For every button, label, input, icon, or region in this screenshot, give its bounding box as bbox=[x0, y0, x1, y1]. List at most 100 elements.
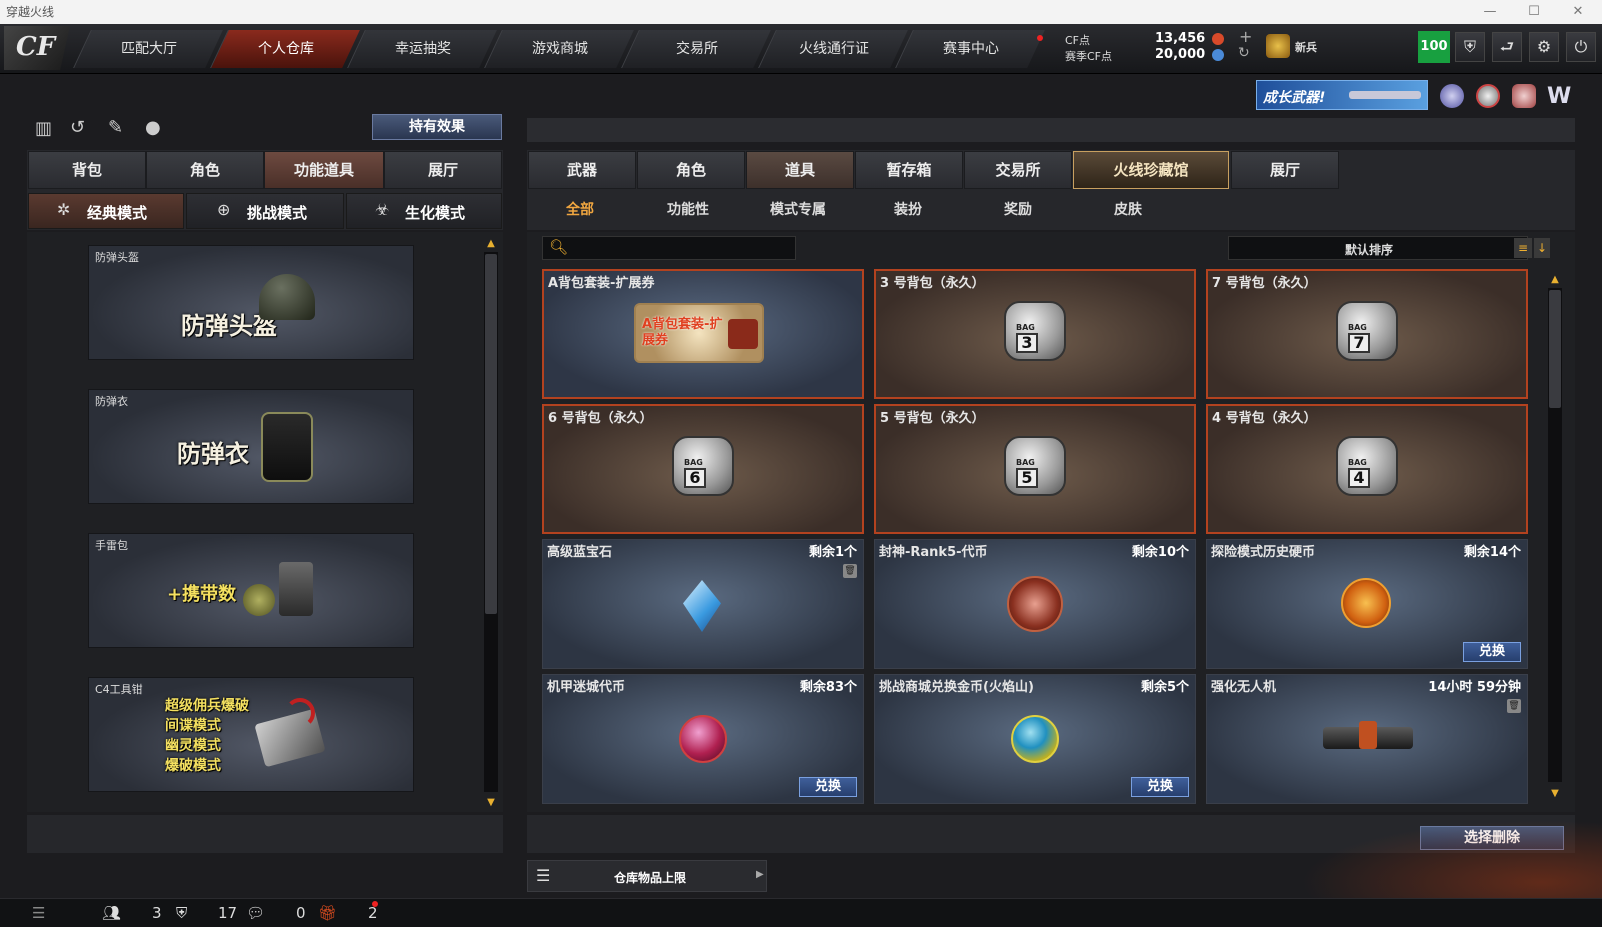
exchange-button[interactable]: 兑换 bbox=[799, 777, 857, 797]
right-tab-weapons[interactable]: 武器 bbox=[528, 151, 636, 189]
close-icon[interactable]: ✕ bbox=[1556, 0, 1600, 24]
gear-icon[interactable]: ⚙ bbox=[1529, 32, 1559, 62]
nav-tab-battle-pass[interactable]: 火线通行证 bbox=[758, 30, 908, 68]
subtab-mode-exclusive[interactable]: 模式专属 bbox=[746, 194, 850, 226]
nav-tab-event-center[interactable]: 赛事中心 bbox=[895, 30, 1045, 68]
storage-limit-bar[interactable]: ☰ 仓库物品上限 ▶ bbox=[527, 860, 767, 892]
right-tab-showroom[interactable]: 展厅 bbox=[1231, 151, 1339, 189]
subtab-functional[interactable]: 功能性 bbox=[636, 194, 740, 226]
item-card[interactable]: 7 号背包（永久） BAG 7 bbox=[1206, 269, 1528, 399]
mode-challenge[interactable]: ⊕ 挑战模式 bbox=[186, 193, 344, 229]
classic-mode-icon: ✲ bbox=[57, 200, 71, 219]
challenge-mode-icon: ⊕ bbox=[217, 200, 231, 219]
syringe-icon[interactable]: ✎ bbox=[108, 117, 123, 138]
right-tab-storage-box[interactable]: 暂存箱 bbox=[855, 151, 963, 189]
card-grenade-pack[interactable]: 手雷包 +携带数 bbox=[88, 533, 414, 648]
exchange-button[interactable]: 兑换 bbox=[1131, 777, 1189, 797]
bag-number: 4 bbox=[1348, 468, 1370, 488]
shield-icon[interactable]: ⛨ bbox=[1455, 32, 1485, 62]
search-input[interactable]: 🔍︎ bbox=[542, 236, 796, 260]
friends-icon[interactable]: 👥︎ bbox=[102, 904, 121, 922]
item-card[interactable]: 封神-Rank5-代币 剩余10个 bbox=[874, 539, 1196, 669]
maximize-icon[interactable]: ☐ bbox=[1512, 0, 1556, 24]
right-header-strip bbox=[527, 118, 1575, 142]
left-tab-backpack[interactable]: 背包 bbox=[28, 151, 146, 189]
left-tab-function-items[interactable]: 功能道具 bbox=[264, 151, 384, 189]
item-card[interactable]: 机甲迷城代币 剩余83个 兑换 bbox=[542, 674, 864, 804]
return-icon[interactable]: ⮐ bbox=[1492, 32, 1522, 62]
list-view-icon[interactable]: ≡ bbox=[1514, 238, 1532, 258]
left-scrollbar[interactable] bbox=[484, 252, 498, 792]
nav-tab-label: 火线通行证 bbox=[798, 41, 869, 57]
refresh-icon[interactable]: ↻ bbox=[1238, 45, 1250, 61]
vip-icon[interactable]: W bbox=[1547, 84, 1571, 109]
scroll-up-icon[interactable]: ▲ bbox=[485, 238, 497, 249]
growth-weapon-banner[interactable]: 成长武器! bbox=[1256, 80, 1428, 110]
event-points-value: 20,000 bbox=[1155, 47, 1206, 62]
badge-icon[interactable] bbox=[1440, 84, 1464, 108]
item-card[interactable]: A背包套装-扩展券 A背包套装-扩展券 bbox=[542, 269, 864, 399]
trash-icon[interactable]: 🗑︎ bbox=[843, 564, 857, 578]
gift-box-icon[interactable]: 🎁︎ bbox=[318, 904, 337, 922]
right-tab-items[interactable]: 道具 bbox=[746, 151, 854, 189]
item-card[interactable]: 6 号背包（永久） BAG 6 bbox=[542, 404, 864, 534]
subtab-cosmetic[interactable]: 装扮 bbox=[856, 194, 960, 226]
bag-number: 3 bbox=[1016, 333, 1038, 353]
sort-direction-icon[interactable]: ↓ bbox=[1534, 238, 1550, 258]
storage-limit-label: 仓库物品上限 bbox=[614, 871, 687, 885]
scroll-up-icon[interactable]: ▲ bbox=[1549, 274, 1561, 285]
globe-icon[interactable] bbox=[1476, 84, 1500, 108]
stats-icon[interactable]: ▥ bbox=[35, 118, 52, 139]
item-remaining: 剩余83个 bbox=[799, 680, 857, 695]
history-icon[interactable]: ↺ bbox=[70, 117, 85, 138]
right-tab-collection[interactable]: 火线珍藏馆 bbox=[1073, 151, 1229, 189]
left-scroll-thumb[interactable] bbox=[485, 254, 497, 614]
gift-icon[interactable] bbox=[1512, 84, 1536, 108]
trash-icon[interactable]: 🗑︎ bbox=[1507, 699, 1521, 713]
item-card[interactable]: 3 号背包（永久） BAG 3 bbox=[874, 269, 1196, 399]
nav-tab-lucky-draw[interactable]: 幸运抽奖 bbox=[347, 30, 497, 68]
grenade-icon[interactable]: ● bbox=[145, 117, 161, 138]
sort-dropdown[interactable]: 默认排序 bbox=[1228, 236, 1528, 260]
card-c4-tool[interactable]: C4工具钳 超级佣兵爆破 间谍模式 幽灵模式 爆破模式 bbox=[88, 677, 414, 792]
rank-badge-icon bbox=[1266, 34, 1290, 58]
nav-tab-match-lobby[interactable]: 匹配大厅 bbox=[73, 30, 223, 68]
cf-logo[interactable]: CF bbox=[4, 26, 70, 70]
add-icon[interactable]: + bbox=[1239, 27, 1252, 46]
left-tab-showroom[interactable]: 展厅 bbox=[384, 151, 502, 189]
level-badge[interactable]: 100 bbox=[1418, 31, 1450, 63]
right-tab-exchange[interactable]: 交易所 bbox=[964, 151, 1072, 189]
mode-biochemical[interactable]: ☣ 生化模式 bbox=[346, 193, 502, 229]
bag-number: 5 bbox=[1016, 468, 1038, 488]
card-helmet[interactable]: 防弹头盔 防弹头盔 bbox=[88, 245, 414, 360]
event-coin-icon bbox=[1212, 49, 1224, 61]
right-tab-character[interactable]: 角色 bbox=[637, 151, 745, 189]
item-card[interactable]: 强化无人机 14小时 59分钟 🗑︎ bbox=[1206, 674, 1528, 804]
exchange-button[interactable]: 兑换 bbox=[1463, 642, 1521, 662]
item-card[interactable]: 挑战商城兑换金币(火焰山) 剩余5个 兑换 bbox=[874, 674, 1196, 804]
chat-icon[interactable]: 💬︎ bbox=[246, 904, 265, 922]
item-card[interactable]: 探险模式历史硬币 剩余14个 兑换 bbox=[1206, 539, 1528, 669]
menu-icon[interactable]: ☰ bbox=[32, 904, 45, 922]
scroll-down-icon[interactable]: ▼ bbox=[1549, 788, 1561, 799]
minimize-icon[interactable]: — bbox=[1468, 0, 1512, 24]
left-tab-character[interactable]: 角色 bbox=[146, 151, 264, 189]
nav-tab-game-shop[interactable]: 游戏商城 bbox=[484, 30, 634, 68]
subtab-all[interactable]: 全部 bbox=[528, 194, 632, 226]
nav-tab-exchange[interactable]: 交易所 bbox=[621, 30, 771, 68]
effect-button[interactable]: 持有效果 bbox=[372, 114, 502, 140]
right-scrollbar[interactable] bbox=[1548, 288, 1562, 782]
right-scroll-thumb[interactable] bbox=[1549, 290, 1561, 408]
item-card[interactable]: 4 号背包（永久） BAG 4 bbox=[1206, 404, 1528, 534]
subtab-rewards[interactable]: 奖励 bbox=[966, 194, 1070, 226]
scroll-down-icon[interactable]: ▼ bbox=[485, 797, 497, 808]
item-card[interactable]: 高级蓝宝石 剩余1个 🗑︎ bbox=[542, 539, 864, 669]
subtab-skins[interactable]: 皮肤 bbox=[1076, 194, 1180, 226]
select-delete-button[interactable]: 选择删除 bbox=[1420, 826, 1564, 850]
clan-shield-icon[interactable]: ⛨ bbox=[176, 904, 187, 922]
power-icon[interactable]: ⏻ bbox=[1566, 32, 1596, 62]
nav-tab-personal-storage[interactable]: 个人仓库 bbox=[210, 30, 360, 68]
card-body-armor[interactable]: 防弹衣 防弹衣 bbox=[88, 389, 414, 504]
item-card[interactable]: 5 号背包（永久） BAG 5 bbox=[874, 404, 1196, 534]
mode-classic[interactable]: ✲ 经典模式 bbox=[28, 193, 184, 229]
